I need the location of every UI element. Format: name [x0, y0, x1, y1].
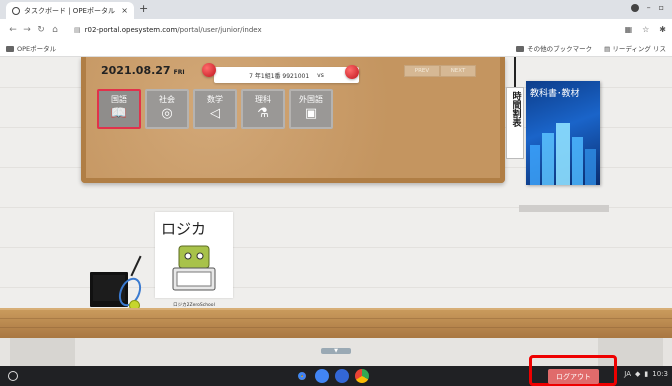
- battery-icon: ▮: [644, 370, 649, 378]
- tab-strip: タスクボード | OPEポータル × + – ▫: [0, 0, 672, 19]
- ruler-icon: ◁: [210, 106, 220, 121]
- forward-icon[interactable]: →: [20, 25, 34, 35]
- prev-button[interactable]: PREV: [404, 65, 440, 77]
- url-host: r02-portal.opesystem.com: [84, 25, 178, 34]
- subject-foreign-language[interactable]: 外国語 ▣: [289, 89, 333, 129]
- city-illustration: [530, 123, 596, 185]
- play-store-icon[interactable]: [355, 369, 369, 383]
- translate-icon[interactable]: ▦: [625, 25, 633, 34]
- wall-line: [0, 247, 672, 248]
- site-favicon-icon: [12, 6, 20, 15]
- textbook-button[interactable]: 教科書･教材: [526, 81, 600, 185]
- site-info-icon[interactable]: ▤: [74, 26, 81, 34]
- window-controls: – ▫: [630, 3, 664, 12]
- language-icon: ▣: [304, 106, 318, 121]
- tab-title: タスクボード | OPEポータル: [24, 6, 115, 15]
- subject-math[interactable]: 数学 ◁: [193, 89, 237, 129]
- timetable-cord: [514, 57, 516, 87]
- app-shelf: [295, 369, 369, 383]
- browser-toolbar: ← → ↻ ⌂ ▤ r02-portal.opesystem.com/porta…: [0, 19, 672, 40]
- reload-icon[interactable]: ↻: [34, 25, 48, 35]
- portal-page: 2021.08.27 FRI 7 年1組1番 9921001 vs PREV NE…: [0, 57, 672, 366]
- home-icon[interactable]: ⌂: [48, 25, 62, 35]
- folder-icon: [6, 46, 14, 52]
- extensions-icon[interactable]: ✱: [659, 25, 666, 34]
- address-bar[interactable]: ▤ r02-portal.opesystem.com/portal/user/j…: [68, 22, 588, 37]
- class-label: 7 年1組1番 9921001: [249, 72, 310, 80]
- launcher-icon[interactable]: [8, 371, 18, 381]
- textbook-shelf: [519, 205, 609, 212]
- subject-japanese[interactable]: 国語 📖: [97, 89, 141, 129]
- toolbar-icons: ▦ ☆ ✱: [625, 25, 666, 34]
- bookmark-other[interactable]: その他のブックマーク: [516, 43, 592, 53]
- pushpin-icon: [202, 63, 216, 77]
- globe-icon: ◎: [161, 106, 173, 121]
- bookmark-ope-portal[interactable]: OPEポータル: [6, 43, 56, 53]
- pushpin-icon: [345, 65, 359, 79]
- chrome-icon[interactable]: [295, 369, 309, 383]
- files-icon[interactable]: [315, 369, 329, 383]
- clock: 10:3: [652, 370, 668, 378]
- recording-icon[interactable]: [630, 4, 639, 12]
- docs-icon[interactable]: [335, 369, 349, 383]
- minimize-icon[interactable]: –: [647, 3, 651, 12]
- ime-indicator: JA: [624, 370, 632, 378]
- bookmark-reading-list[interactable]: ▤ リーディング リス: [604, 43, 666, 53]
- tab-taskboard[interactable]: タスクボード | OPEポータル ×: [6, 2, 134, 19]
- desk: [0, 308, 672, 338]
- system-tray[interactable]: JA ◆ ▮ 10:3: [624, 370, 668, 378]
- weekday: FRI: [173, 69, 185, 76]
- tab-close-icon[interactable]: ×: [121, 6, 128, 15]
- subject-list: 国語 📖 社会 ◎ 数学 ◁ 理科 ⚗ 外国語 ▣: [97, 89, 333, 129]
- racket-handle: [130, 255, 142, 277]
- drawer-handle[interactable]: ▼: [321, 348, 351, 354]
- restore-icon[interactable]: ▫: [659, 3, 664, 12]
- svg-text:ロジカ: ロジカ: [161, 220, 206, 238]
- timetable-button[interactable]: 時間割表: [506, 87, 524, 159]
- subject-science[interactable]: 理科 ⚗: [241, 89, 285, 129]
- book-icon: 📖: [110, 106, 128, 121]
- subject-social-studies[interactable]: 社会 ◎: [145, 89, 189, 129]
- textbook-label: 教科書･教材: [530, 89, 580, 99]
- folder-icon: [516, 46, 525, 52]
- desk-leg-left: [10, 338, 75, 366]
- back-icon[interactable]: ←: [6, 25, 20, 35]
- class-info: 7 年1組1番 9921001 vs: [214, 67, 359, 83]
- class-suffix: vs: [317, 71, 324, 79]
- timetable-label: 時間割表: [510, 91, 521, 127]
- avatar-card[interactable]: ロジカ ロジカ2ZeroSchool: [155, 212, 233, 308]
- bookmarks-bar: OPEポータル その他のブックマーク ▤ リーディング リス: [0, 40, 672, 57]
- flask-icon: ⚗: [257, 106, 269, 121]
- robot-avatar-icon: ロジカ: [161, 220, 216, 291]
- current-date: 2021.08.27 FRI: [101, 64, 185, 77]
- cork-board: 2021.08.27 FRI 7 年1組1番 9921001 vs PREV NE…: [81, 57, 505, 183]
- url-path: /portal/user/junior/index: [177, 25, 262, 34]
- new-tab-button[interactable]: +: [139, 2, 148, 15]
- star-icon[interactable]: ☆: [642, 25, 649, 34]
- pager: PREV NEXT: [404, 65, 476, 77]
- next-button[interactable]: NEXT: [440, 65, 476, 77]
- wifi-icon: ◆: [635, 370, 641, 378]
- logout-button[interactable]: ログアウト: [548, 369, 599, 384]
